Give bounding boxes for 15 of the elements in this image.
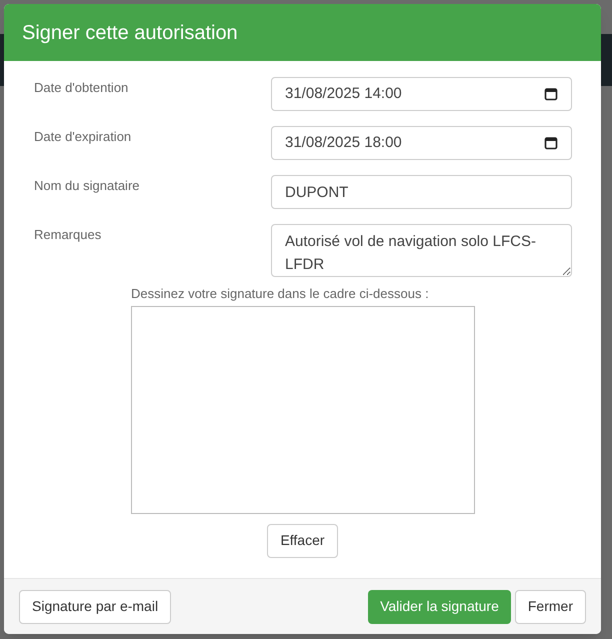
field-label: Nom du signataire (34, 177, 140, 195)
email-signature-button[interactable]: Signature par e-mail (19, 590, 172, 624)
signature-instruction: Dessinez votre signature dans le cadre ci-dessous : (131, 285, 430, 303)
calendar-icon[interactable] (544, 87, 558, 101)
field-label: Date d'obtention (34, 79, 130, 97)
calendar-icon[interactable] (544, 136, 558, 150)
clear-button[interactable]: Effacer (267, 524, 338, 558)
text-field[interactable]: DUPONT (271, 175, 572, 209)
remarks-field[interactable]: Autorisé vol de navigation solo LFCS-LFDR (271, 224, 572, 277)
close-button[interactable]: Fermer (514, 590, 586, 624)
datetime-field[interactable]: 31/08/2025 14:00 (271, 77, 572, 111)
dialog-title: Signer cette autorisation (22, 20, 238, 46)
field-label: Remarques (34, 226, 102, 244)
datetime-field[interactable]: 31/08/2025 18:00 (271, 126, 572, 160)
field-label: Date d'expiration (34, 128, 132, 146)
